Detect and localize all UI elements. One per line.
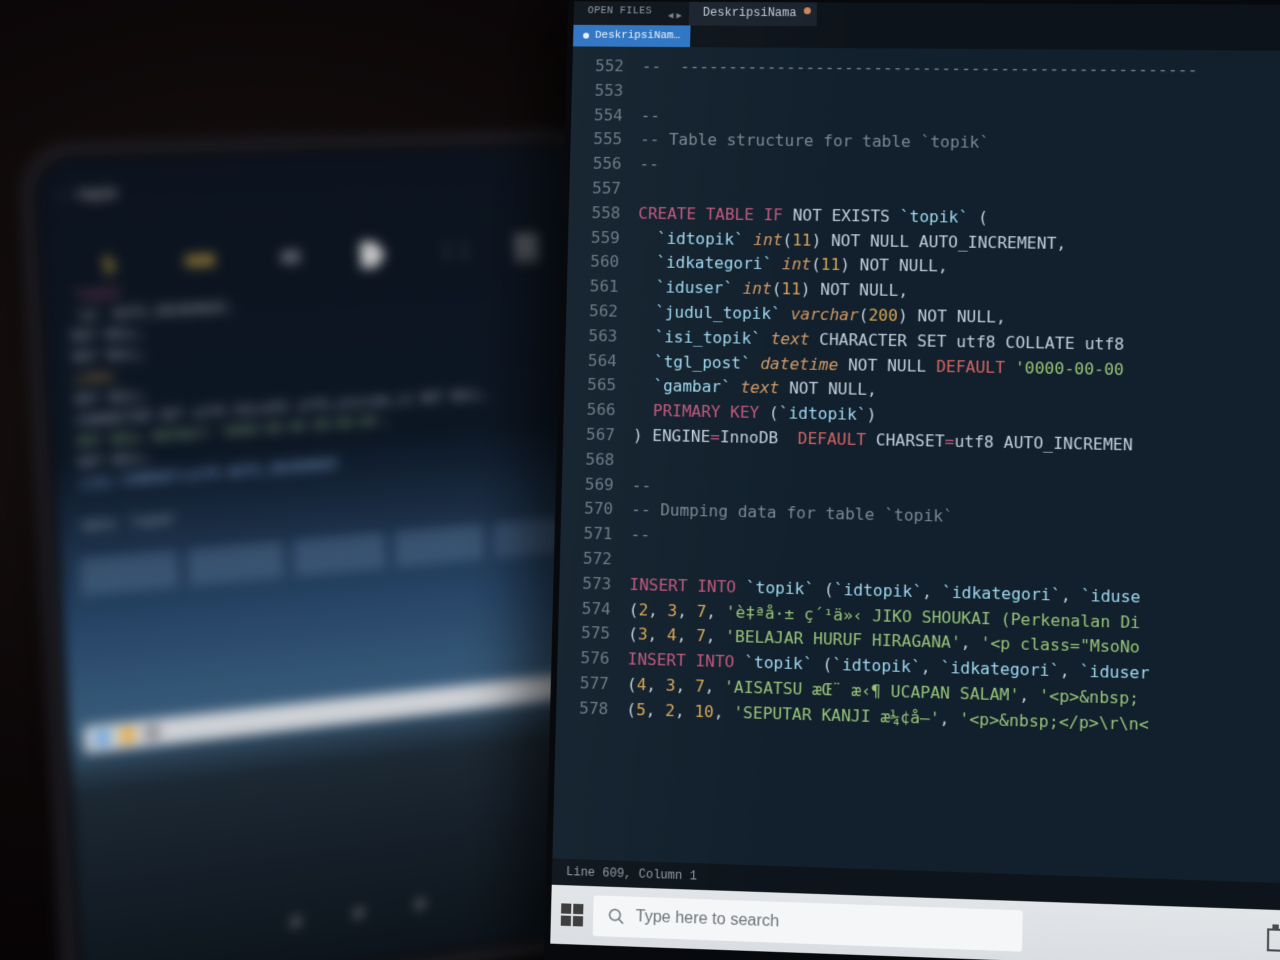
search-icon [607,907,626,926]
tag-icon[interactable] [360,241,386,268]
start-button[interactable] [561,903,584,926]
smartphone: ← topik HDR AI ⋮⋮ `topik``id` AUTO_INCRE… [32,142,621,960]
code-content[interactable]: -- -------------------------------------… [615,47,1280,890]
chevron-left-icon[interactable]: ◂ [668,9,674,23]
flash-icon[interactable] [94,252,123,280]
tabstrip: ◂ ▸ DeskripsiNama [662,2,1280,30]
hdr-icon[interactable]: HDR [179,252,221,272]
tab-nav-arrows[interactable]: ◂ ▸ [662,2,688,26]
open-file-active[interactable]: DeskripsiNam… [573,25,690,47]
more-icon[interactable]: ⋮⋮ [438,240,464,263]
laptop: OPEN FILES ◂ ▸ DeskripsiNama DeskripsiNa… [543,0,1280,960]
phone-screen: ← topik HDR AI ⋮⋮ `topik``id` AUTO_INCRE… [39,148,616,960]
mini-taskbar-yellow-icon [120,727,135,743]
modified-dot-icon [803,7,810,14]
open-file-label: DeskripsiNam… [595,30,680,42]
hamburger-icon[interactable] [514,235,539,261]
status-cursor-position: Line 609, Column 1 [566,865,697,884]
phone-topbar-left: ← topik [59,185,117,202]
open-files-label: OPEN FILES [574,1,663,25]
phone-code-preview: `topik``id` AUTO_INCREMENT,NOT NULL,NOT … [69,263,575,537]
taskbar-pinned-apps: S [1267,926,1280,960]
taskbar-search-placeholder: Type here to search [635,908,779,932]
mini-taskbar-grey-icon [145,725,160,741]
code-editor[interactable]: 552 553 554 555 556 557 558 559 560 561 … [552,46,1280,889]
file-tab[interactable]: DeskripsiNama [688,2,817,26]
phone-body: ← topik HDR AI ⋮⋮ `topik``id` AUTO_INCRE… [32,142,621,960]
phone-nav-dots [80,857,614,960]
laptop-screen: OPEN FILES ◂ ▸ DeskripsiNama DeskripsiNa… [550,1,1280,960]
taskbar-search[interactable]: Type here to search [593,895,1023,951]
chevron-right-icon[interactable]: ▸ [676,9,682,23]
task-view-icon[interactable] [1267,926,1280,954]
phone-app-topbar: ← topik [40,164,580,212]
file-tab-label: DeskripsiNama [703,6,797,20]
photo-scene: ← topik HDR AI ⋮⋮ `topik``id` AUTO_INCRE… [0,0,1280,960]
mini-taskbar-blue-icon [95,730,110,746]
ai-icon[interactable]: AI [276,248,307,267]
